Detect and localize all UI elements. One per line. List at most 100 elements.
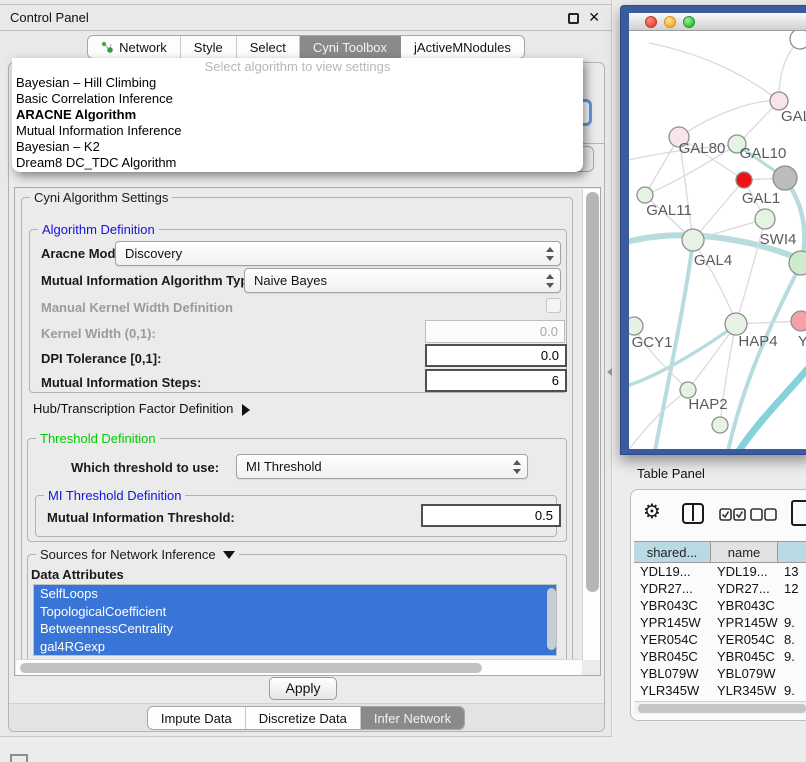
network-node[interactable] [637,187,653,203]
column-header-shared-name[interactable]: shared... [634,542,711,562]
data-attribute-item[interactable]: gal4RGexp [34,638,556,656]
network-edge[interactable] [649,43,779,101]
kernel-width-field[interactable] [425,320,565,343]
column-header-extra[interactable] [778,542,806,562]
network-view-window[interactable]: GALGAL80GAL10GAL1GAL11SWI4GAL4GCY1HAP4YH… [620,5,806,455]
table-cell[interactable]: 9. [778,682,806,699]
table-cell[interactable]: YBR045C [634,648,711,665]
table-row[interactable]: YER054CYER054C8. [634,631,806,648]
network-node[interactable] [725,313,747,335]
data-attribute-item[interactable]: SelfLoops [34,585,556,603]
algorithm-option[interactable]: ARACNE Algorithm [12,107,583,123]
table-row[interactable]: YLR345WYLR345W9. [634,682,806,699]
network-node[interactable] [773,166,797,190]
close-icon[interactable]: ✕ [588,9,600,26]
table-cell[interactable]: YBL079W [711,665,778,682]
table-cell[interactable]: YPR145W [634,614,711,631]
hub-definition-toggle[interactable]: Hub/Transcription Factor Definition [33,401,250,416]
settings-horizontal-scrollbar[interactable] [16,659,582,675]
zoom-traffic-light-icon[interactable] [683,16,695,28]
table-row[interactable]: YBL079WYBL079W [634,665,806,682]
table-row[interactable]: YBR043CYBR043C [634,597,806,614]
network-node[interactable] [755,209,775,229]
close-traffic-light-icon[interactable] [645,16,657,28]
select-all-checkboxes-icon[interactable] [719,508,746,521]
algorithm-option[interactable]: Basic Correlation Inference [12,91,583,107]
table-row[interactable]: YDR27...YDR27...12 [634,580,806,597]
column-layout-icon[interactable] [682,503,704,524]
table-cell[interactable]: 13 [778,563,806,580]
table-cell[interactable]: YER054C [711,631,778,648]
algorithm-option[interactable]: Dream8 DC_TDC Algorithm [12,155,583,171]
network-node[interactable] [712,417,728,433]
apply-button[interactable]: Apply [269,677,337,700]
tab-discretize-data[interactable]: Discretize Data [246,707,361,729]
data-attribute-item[interactable]: BetweennessCentrality [34,620,556,638]
network-edge[interactable] [688,324,736,390]
network-edge[interactable] [693,180,744,240]
table-cell[interactable]: YDL19... [634,563,711,580]
table-horizontal-scrollbar[interactable] [634,701,806,714]
table-cell[interactable]: 9. [778,648,806,665]
settings-vertical-scrollbar-thumb[interactable] [586,192,599,592]
algorithm-option[interactable]: Bayesian – K2 [12,139,583,155]
float-window-icon[interactable] [568,13,579,24]
table-cell[interactable]: YER054C [634,631,711,648]
tab-impute-data[interactable]: Impute Data [148,707,246,729]
tab-select[interactable]: Select [237,36,300,58]
aracne-mode-select[interactable]: Discovery [115,241,561,266]
data-attribute-item[interactable]: TopologicalCoefficient [34,603,556,621]
table-cell[interactable]: YDR27... [711,580,778,597]
settings-vertical-scrollbar[interactable] [582,189,601,660]
deselect-all-checkboxes-icon[interactable] [750,508,777,521]
table-cell[interactable]: YBR043C [634,597,711,614]
mi-threshold-field[interactable] [421,504,561,527]
tab-infer-network[interactable]: Infer Network [361,707,464,729]
network-edge[interactable] [679,101,779,137]
mi-steps-field[interactable] [425,369,567,392]
which-threshold-select[interactable]: MI Threshold [236,454,528,479]
algorithm-option[interactable]: Bayesian – Hill Climbing [12,75,583,91]
table-cell[interactable]: YDR27... [634,580,711,597]
algorithm-option[interactable]: Mutual Information Inference [12,123,583,139]
tab-cyni-toolbox[interactable]: Cyni Toolbox [300,36,401,58]
tab-network[interactable]: Network [88,36,181,58]
column-header-name[interactable]: name [711,542,778,562]
network-window-titlebar[interactable] [629,13,806,31]
table-cell[interactable]: YDL19... [711,563,778,580]
network-node[interactable] [789,251,806,275]
manual-kernel-width-checkbox[interactable] [546,298,561,313]
table-cell[interactable]: YPR145W [711,614,778,631]
settings-horizontal-scrollbar-thumb[interactable] [20,663,482,673]
table-cell[interactable]: 12 [778,580,806,597]
tab-style[interactable]: Style [181,36,237,58]
table-row[interactable]: YBR045CYBR045C9. [634,648,806,665]
table-cell[interactable]: YBL079W [634,665,711,682]
attributes-scrollbar-thumb[interactable] [547,588,556,650]
network-canvas[interactable]: GALGAL80GAL10GAL1GAL11SWI4GAL4GCY1HAP4YH… [629,31,806,449]
minimize-traffic-light-icon[interactable] [664,16,676,28]
settings-gear-icon[interactable]: ⚙ [643,499,661,523]
table-cell[interactable] [778,597,806,614]
table-cell[interactable]: 9. [778,614,806,631]
table-row[interactable]: YDL19...YDL19...13 [634,563,806,580]
table-cell[interactable] [778,665,806,682]
table-cell[interactable]: YLR345W [634,682,711,699]
table-cell[interactable]: YBR043C [711,597,778,614]
minimized-panel-icon[interactable] [10,754,28,762]
network-node[interactable] [736,172,752,188]
table-row[interactable]: YPR145WYPR145W9. [634,614,806,631]
network-node[interactable] [629,317,643,335]
network-node[interactable] [682,229,704,251]
table-cell[interactable]: YLR345W [711,682,778,699]
export-table-icon[interactable] [791,500,806,526]
dpi-tolerance-field[interactable] [425,344,567,367]
network-node[interactable] [790,31,806,49]
mi-algorithm-type-select[interactable]: Naive Bayes [244,268,561,293]
table-horizontal-scrollbar-thumb[interactable] [638,704,806,713]
tab-jactivemnodules[interactable]: jActiveMNodules [401,36,524,58]
table-cell[interactable]: 8. [778,631,806,648]
network-node[interactable] [791,311,806,331]
panel-splitter-grip[interactable] [607,368,612,376]
table-cell[interactable]: YBR045C [711,648,778,665]
